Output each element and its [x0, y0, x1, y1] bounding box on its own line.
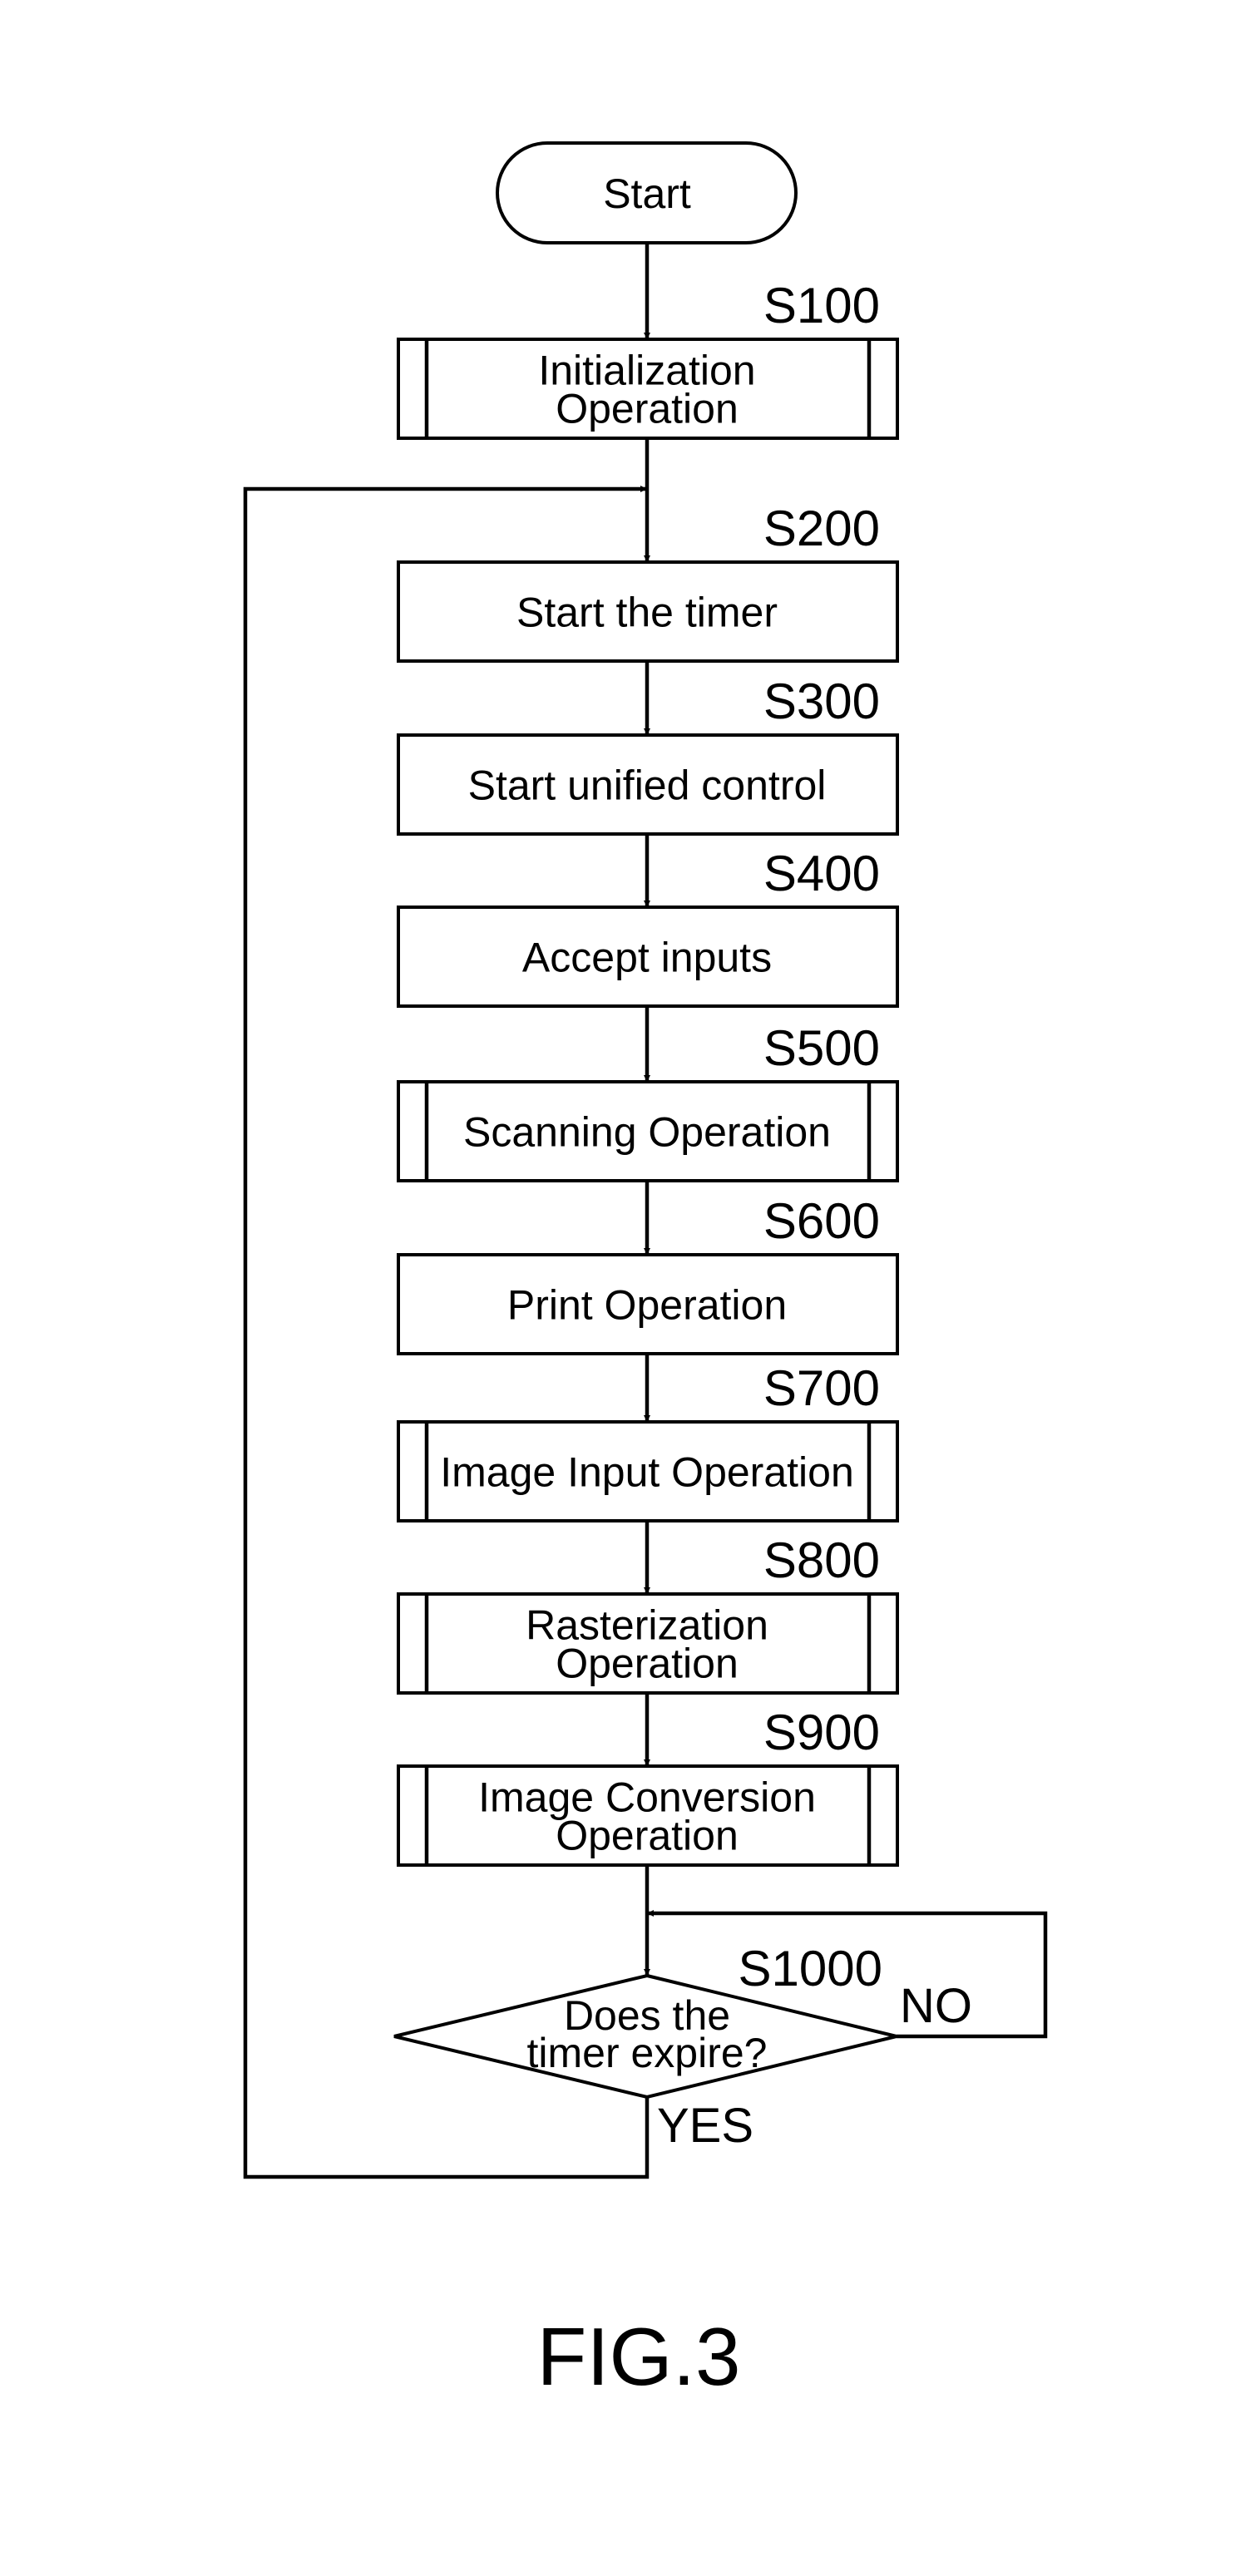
no-branch-label: NO [900, 1979, 972, 2033]
step-label-s900: S900 [763, 1705, 880, 1760]
start-label: Start [603, 170, 691, 217]
step-text-line-1: Start the timer [516, 590, 778, 636]
step-label-s1000: S1000 [739, 1941, 883, 1996]
step-text-line-1: Accept inputs [522, 935, 772, 981]
step-label-s500: S500 [763, 1020, 880, 1076]
step-text-line-2: Operation [556, 1641, 739, 1687]
yes-branch-label: YES [657, 2099, 753, 2153]
start-terminator: Start [496, 141, 798, 244]
step-text-line-1: Scanning Operation [463, 1109, 831, 1156]
step-label-s300: S300 [763, 674, 880, 729]
decision-text-line-2: timer expire? [527, 2030, 768, 2076]
figure-caption: FIG.3 [536, 2311, 740, 2402]
step-label-s200: S200 [763, 501, 880, 556]
step-label-s400: S400 [763, 846, 880, 901]
step-text-line-2: Operation [556, 1813, 739, 1859]
step-label-s600: S600 [763, 1193, 880, 1249]
step-label-s700: S700 [763, 1360, 880, 1416]
step-text-line-2: Operation [556, 386, 739, 432]
step-text-line-1: Print Operation [507, 1282, 787, 1329]
step-label-s100: S100 [763, 278, 880, 333]
step-text-line-1: Start unified control [468, 762, 827, 809]
decision-s1000: Does the timer expire? S1000 NO YES [393, 1941, 972, 2153]
step-text-line-1: Image Input Operation [440, 1449, 854, 1496]
step-label-s800: S800 [763, 1532, 880, 1588]
flowchart: Start InitializationOperationS100Start t… [243, 141, 1048, 2402]
connectors [243, 243, 1048, 2179]
